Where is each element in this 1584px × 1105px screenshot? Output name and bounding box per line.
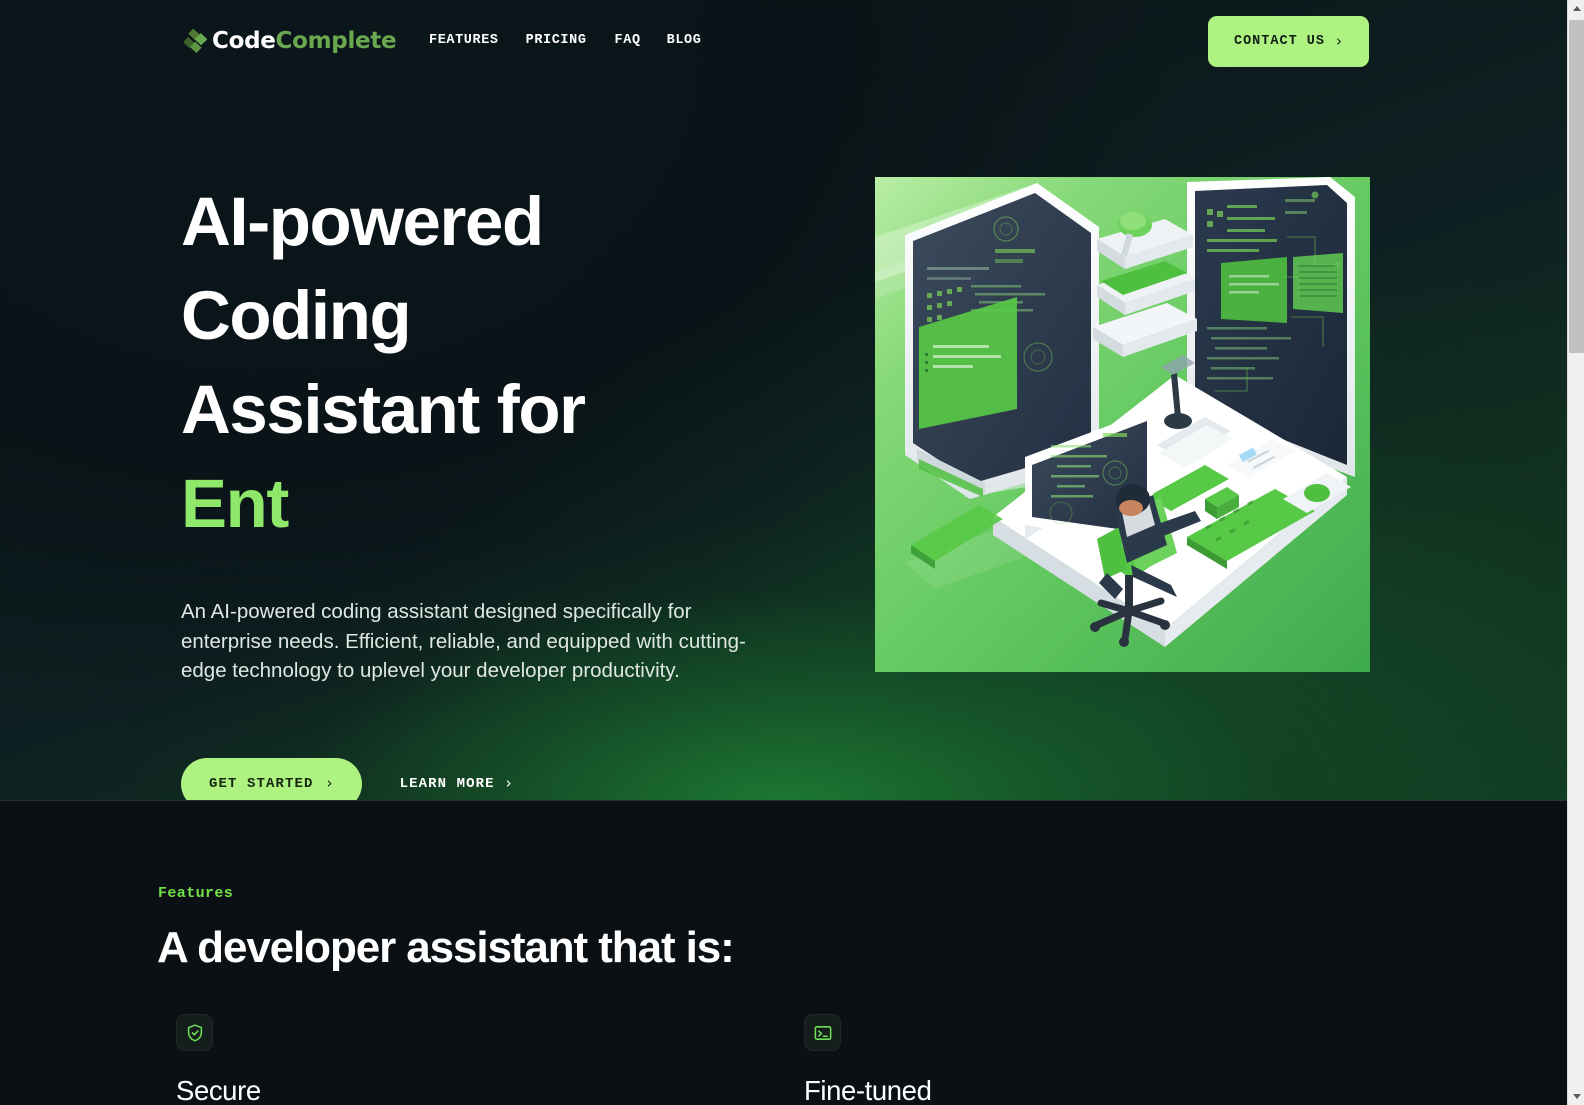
contact-us-label: CONTACT US xyxy=(1233,34,1325,49)
nav-link-faq[interactable]: FAQ xyxy=(615,33,641,48)
features-title: A developer assistant that is: xyxy=(157,923,735,972)
nav-link-blog[interactable]: BLOG xyxy=(667,33,702,48)
nav-link-features[interactable]: FEATURES xyxy=(429,33,499,48)
hero-content: AI-powered Coding Assistant for Ent An A… xyxy=(181,175,781,800)
brand-logo[interactable]: CodeComplete xyxy=(183,27,397,55)
features-eyebrow: Features xyxy=(158,885,234,902)
chevron-right-icon: › xyxy=(326,774,334,792)
contact-us-button[interactable]: CONTACT US › xyxy=(1207,16,1369,67)
brand-text-primary: Code xyxy=(212,28,276,54)
isometric-developer-workstation-illustration xyxy=(875,177,1370,672)
get-started-button[interactable]: GET STARTED › xyxy=(181,757,362,800)
feature-name-fine-tuned: Fine-tuned xyxy=(804,1075,932,1105)
chevron-right-icon: › xyxy=(505,774,513,792)
brand-wordmark: CodeComplete xyxy=(212,27,397,55)
navbar-links: FEATURES PRICING FAQ BLOG xyxy=(429,33,701,48)
page-content: CodeComplete FEATURES PRICING FAQ BLOG C… xyxy=(0,0,1567,1105)
feature-card-secure: Secure xyxy=(176,1014,804,1105)
headline-line-2: Assistant for xyxy=(181,371,586,448)
learn-more-label: LEARN MORE xyxy=(399,775,495,792)
codecomplete-logo-icon xyxy=(183,27,210,55)
nav-link-pricing[interactable]: PRICING xyxy=(526,33,587,48)
features-section: Features A developer assistant that is: … xyxy=(0,801,1567,1105)
shield-check-icon xyxy=(176,1014,213,1051)
feature-card-fine-tuned: Fine-tuned xyxy=(804,1014,1432,1105)
brand-text-secondary: Complete xyxy=(275,28,397,54)
hero-cta-row: GET STARTED › LEARN MORE › xyxy=(181,757,781,800)
learn-more-button[interactable]: LEARN MORE › xyxy=(400,776,513,792)
terminal-icon xyxy=(804,1014,841,1051)
features-grid: Secure Fine-tuned xyxy=(176,1014,1567,1105)
chevron-right-icon: › xyxy=(1336,32,1343,50)
headline-line-3-typing: Ent xyxy=(181,465,289,542)
hero-headline: AI-powered Coding Assistant for Ent xyxy=(181,175,781,551)
scrollbar-thumb[interactable] xyxy=(1569,20,1584,353)
page-scrollbar[interactable] xyxy=(1567,0,1584,1105)
get-started-label: GET STARTED xyxy=(209,775,314,792)
hero-subcopy: An AI-powered coding assistant designed … xyxy=(181,600,746,682)
scroll-up-arrow-icon[interactable] xyxy=(1568,0,1584,17)
headline-line-1: AI-powered Coding xyxy=(181,183,544,354)
site-navbar: CodeComplete FEATURES PRICING FAQ BLOG C… xyxy=(0,0,1567,84)
feature-name-secure: Secure xyxy=(176,1075,261,1105)
hero-section: CodeComplete FEATURES PRICING FAQ BLOG C… xyxy=(0,0,1567,801)
scroll-down-arrow-icon[interactable] xyxy=(1568,1088,1584,1105)
browser-viewport: CodeComplete FEATURES PRICING FAQ BLOG C… xyxy=(0,0,1584,1105)
